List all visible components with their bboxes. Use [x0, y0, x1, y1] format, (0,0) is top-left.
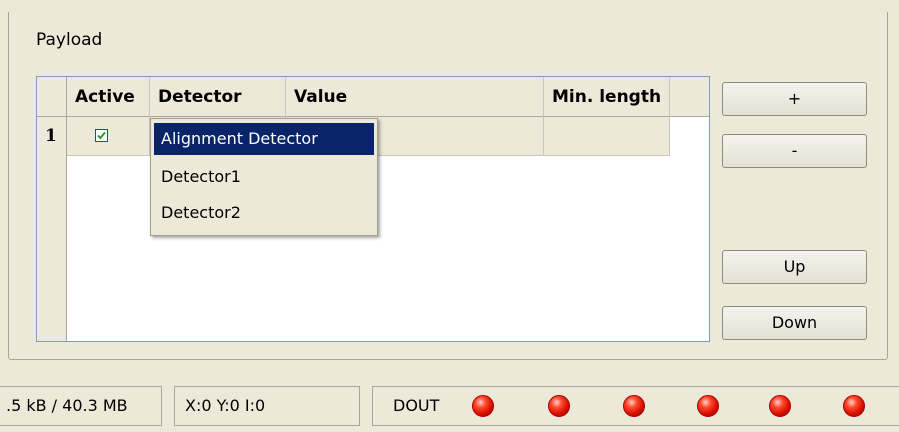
dout-led-3-icon	[623, 395, 645, 417]
payload-title: Payload	[36, 30, 103, 50]
dropdown-option-alignment-detector[interactable]: Alignment Detector	[154, 123, 374, 155]
dout-led-5-icon	[769, 395, 791, 417]
dout-led-1-icon	[472, 395, 494, 417]
column-header-active[interactable]: Active	[67, 77, 150, 117]
move-up-button[interactable]: Up	[722, 250, 867, 284]
status-bar: .5 kB / 40.3 MB X:0 Y:0 I:0 DOUT	[0, 378, 899, 432]
detector-dropdown-list[interactable]: Alignment Detector Detector1 Detector2	[150, 118, 378, 236]
dout-led-4-icon	[697, 395, 719, 417]
dropdown-option-detector2[interactable]: Detector2	[154, 197, 374, 229]
column-header-min-length[interactable]: Min. length	[544, 77, 670, 117]
remove-row-button[interactable]: -	[722, 134, 867, 168]
column-header-detector[interactable]: Detector	[150, 77, 286, 117]
header-corner	[37, 77, 67, 117]
row-index: 1	[37, 117, 67, 156]
dout-label: DOUT	[393, 396, 440, 415]
cell-active[interactable]	[67, 117, 150, 156]
dout-led-2-icon	[548, 395, 570, 417]
move-down-button[interactable]: Down	[722, 306, 867, 340]
column-header-value[interactable]: Value	[286, 77, 544, 117]
row-header-filler	[37, 156, 67, 341]
grid-header: Active Detector Value Min. length	[37, 77, 709, 117]
dropdown-option-detector1[interactable]: Detector1	[154, 161, 374, 193]
add-row-button[interactable]: +	[722, 82, 867, 116]
dout-led-6-icon	[843, 395, 865, 417]
memory-status: .5 kB / 40.3 MB	[0, 386, 162, 426]
active-checkbox[interactable]	[95, 129, 108, 142]
cell-min-length[interactable]	[544, 117, 670, 156]
coordinates-status: X:0 Y:0 I:0	[174, 386, 360, 426]
check-icon	[97, 131, 106, 140]
